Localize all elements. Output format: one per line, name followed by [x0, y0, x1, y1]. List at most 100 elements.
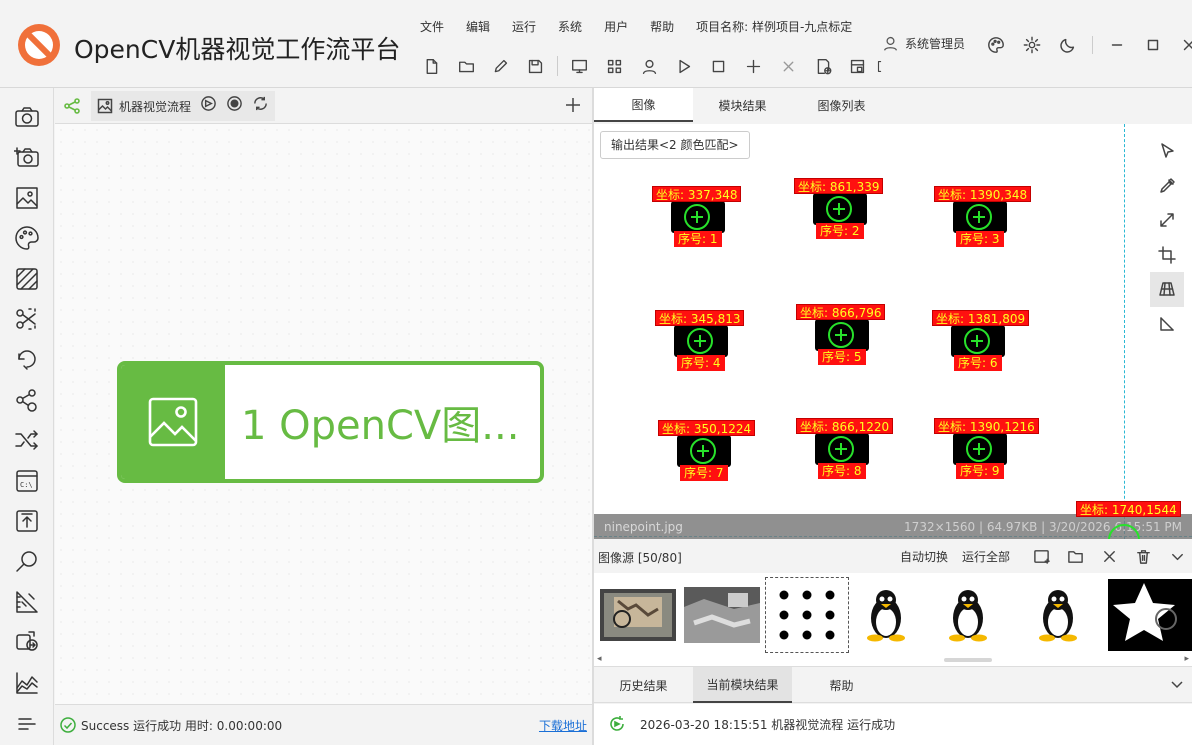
history-icon[interactable] — [200, 95, 217, 112]
script-tool[interactable]: C:\ — [13, 467, 41, 495]
add-image-button[interactable] — [806, 52, 841, 80]
image-source-header: 图像源 [50/80] 自动切换 运行全部 — [594, 539, 1192, 573]
refresh-icon[interactable] — [252, 95, 269, 112]
window-controls — [978, 33, 1192, 57]
color-tool[interactable] — [13, 224, 41, 252]
select-tool[interactable] — [1150, 134, 1184, 169]
maximize-button[interactable] — [1135, 33, 1171, 57]
tab-image[interactable]: 图像 — [594, 88, 693, 122]
dark-mode-button[interactable] — [1050, 33, 1086, 57]
index-label: 序号: 2 — [816, 223, 864, 239]
grid-view-tool[interactable] — [1150, 272, 1184, 307]
collapse-src-button[interactable] — [1160, 545, 1192, 567]
fit-tool[interactable] — [1150, 203, 1184, 238]
graph-tool[interactable] — [13, 386, 41, 414]
image-viewer[interactable]: 输出结果<2 颜色匹配> 坐标: 337,348 序号: 1 坐标: 861,339… — [594, 124, 1192, 539]
output-result-button[interactable]: 输出结果<2 颜色匹配> — [600, 131, 750, 159]
color-picker-tool[interactable] — [1150, 169, 1184, 204]
pointer-icon — [1161, 143, 1174, 158]
save-icon — [529, 59, 543, 73]
scroll-right-arrow[interactable]: ▸ — [1184, 654, 1189, 664]
tab-history-result[interactable]: 历史结果 — [594, 667, 693, 703]
menu-help[interactable]: 帮助 — [650, 18, 674, 35]
thumbnail-scrollbar[interactable] — [944, 658, 992, 662]
export-tool[interactable] — [13, 507, 41, 535]
thumbnail[interactable] — [684, 579, 760, 651]
image-name: ninepoint.jpg — [604, 520, 683, 534]
crosshair-icon — [966, 436, 992, 462]
status-bar: Success 运行成功 用时: 0.00:00:00 下载地址 — [55, 704, 592, 745]
crosshair-icon — [687, 328, 713, 354]
menu-tool[interactable] — [13, 710, 41, 738]
flow-canvas[interactable]: 机器视觉流程 1 OpenCV图... — [55, 88, 592, 704]
tab-help[interactable]: 帮助 — [792, 667, 891, 703]
thumbnail-selected[interactable] — [765, 577, 849, 653]
menu-edit[interactable]: 编辑 — [466, 18, 490, 35]
search-tool[interactable] — [13, 547, 41, 575]
thumbnail-image — [684, 587, 760, 643]
auto-switch-button[interactable]: 自动切换 — [900, 548, 948, 565]
run-button[interactable] — [667, 52, 702, 80]
download-link[interactable]: 下载地址 — [539, 717, 587, 734]
tab-current-module-result[interactable]: 当前模块结果 — [693, 667, 792, 703]
monitor-button[interactable] — [562, 52, 597, 80]
scroll-left-arrow[interactable]: ◂ — [597, 654, 602, 664]
thumbnail[interactable] — [856, 579, 916, 651]
flow-node[interactable]: 1 OpenCV图... — [117, 361, 544, 483]
toolbar-divider — [557, 56, 559, 76]
modules-button[interactable] — [597, 52, 632, 80]
clear-src-button[interactable] — [1126, 545, 1160, 567]
more-tool-button[interactable] — [875, 52, 889, 80]
thumbnail[interactable] — [938, 579, 998, 651]
flow-tab-bar: 机器视觉流程 — [55, 88, 592, 124]
crop-tool[interactable] — [13, 305, 41, 333]
menu-file[interactable]: 文件 — [420, 18, 444, 35]
rotate-tool[interactable] — [13, 345, 41, 373]
close-window-button[interactable] — [1171, 33, 1192, 57]
open-folder-button[interactable] — [449, 52, 484, 80]
io-tool[interactable] — [13, 628, 41, 656]
tab-image-list[interactable]: 图像列表 — [792, 88, 891, 122]
measure-tool[interactable] — [13, 588, 41, 616]
menu-user[interactable]: 用户 — [604, 18, 628, 35]
coord-label: 坐标: 350,1224 — [658, 420, 756, 436]
new-file-button[interactable] — [414, 52, 449, 80]
add-flow-icon[interactable] — [564, 96, 582, 114]
menu-run[interactable]: 运行 — [512, 18, 536, 35]
record-icon[interactable] — [226, 95, 243, 112]
camera-list-button[interactable] — [841, 52, 876, 80]
thumbnail[interactable] — [600, 579, 676, 651]
filter-tool[interactable] — [13, 265, 41, 293]
edit-button[interactable] — [484, 52, 519, 80]
save-button[interactable] — [518, 52, 553, 80]
index-label: 序号: 9 — [956, 463, 1004, 479]
theme-button[interactable] — [978, 33, 1014, 57]
remove-src-button[interactable] — [1092, 545, 1126, 567]
stop-button[interactable] — [701, 52, 736, 80]
expand-icon — [1160, 213, 1174, 227]
monitor-icon — [572, 59, 588, 73]
share-icon[interactable] — [63, 97, 81, 115]
camera-tool[interactable] — [13, 103, 41, 131]
open-folder-src-button[interactable] — [1058, 545, 1092, 567]
crop-view-tool[interactable] — [1150, 238, 1184, 273]
delete-button[interactable] — [771, 52, 806, 80]
menu-system[interactable]: 系统 — [558, 18, 582, 35]
camera-plus-icon — [14, 147, 39, 168]
chart-tool[interactable] — [13, 669, 41, 697]
add-window-button[interactable] — [1024, 545, 1058, 567]
multi-camera-tool[interactable] — [13, 143, 41, 171]
thumbnail[interactable] — [1028, 579, 1088, 651]
user-button[interactable] — [632, 52, 667, 80]
run-all-button[interactable]: 运行全部 — [962, 548, 1010, 565]
add-button[interactable] — [736, 52, 771, 80]
thumbnail[interactable] — [1108, 579, 1192, 651]
chevron-down-icon[interactable] — [1170, 677, 1184, 691]
tab-module-result[interactable]: 模块结果 — [693, 88, 792, 122]
settings-button[interactable] — [1014, 33, 1050, 57]
measure-view-tool[interactable] — [1150, 307, 1184, 342]
image-tool[interactable] — [13, 184, 41, 212]
user-info[interactable]: 系统管理员 — [882, 35, 965, 52]
shuffle-tool[interactable] — [13, 426, 41, 454]
minimize-button[interactable] — [1099, 33, 1135, 57]
